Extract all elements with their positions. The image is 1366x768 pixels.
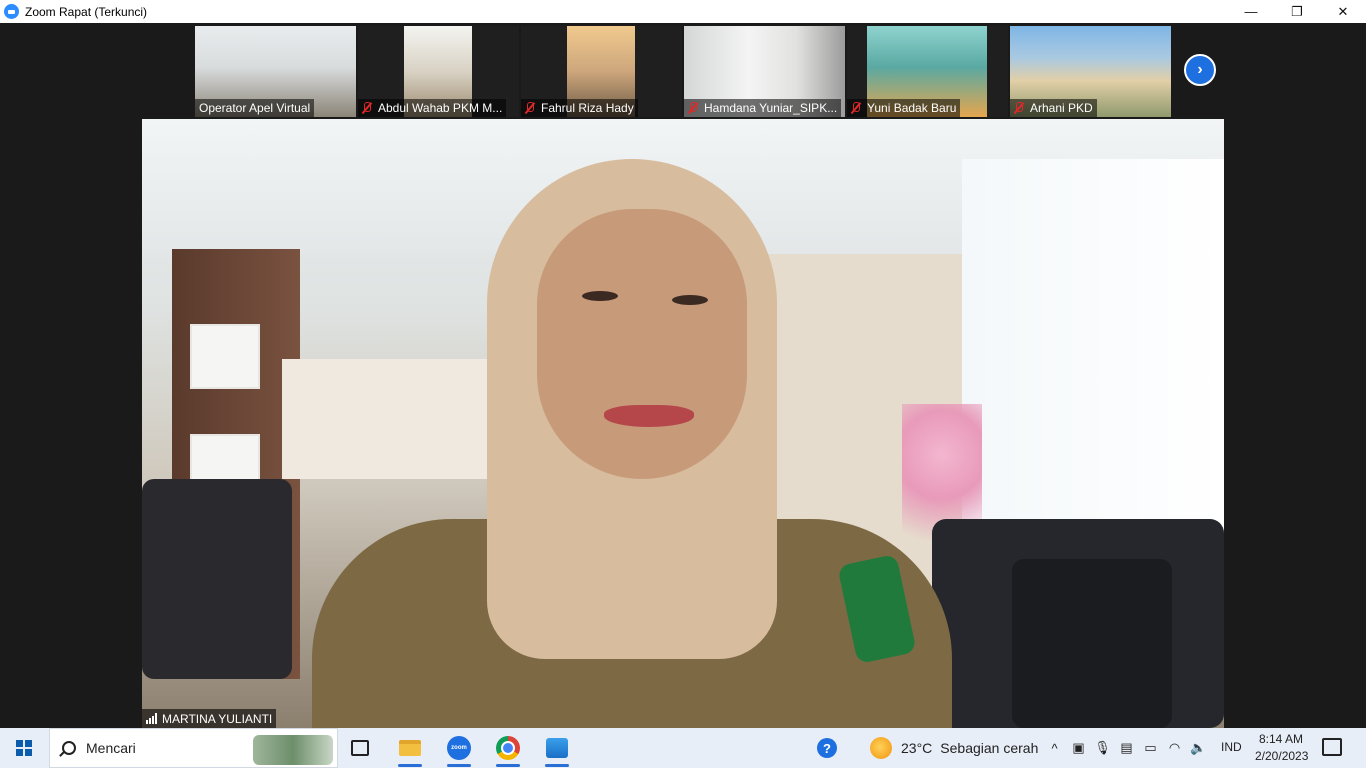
weather-widget[interactable]: 23°C Sebagian cerah — [870, 728, 1038, 768]
zoom-icon: zoom — [447, 736, 471, 760]
participant-name: Abdul Wahab PKM M... — [378, 101, 503, 115]
connection-signal-icon — [146, 713, 157, 724]
muted-mic-icon — [851, 102, 861, 114]
muted-mic-icon — [362, 102, 372, 114]
system-tray: ^ ▣ 🎙 ▤ ▭ ◠ 🔈 — [1046, 728, 1207, 768]
close-button[interactable]: ✕ — [1320, 0, 1366, 23]
wifi-icon[interactable]: ◠ — [1166, 740, 1183, 756]
muted-mic-icon — [688, 102, 698, 114]
clock-time: 8:14 AM — [1258, 732, 1304, 746]
chrome-taskbar-button[interactable] — [488, 728, 528, 768]
speaker-face — [537, 209, 747, 479]
participant-name-label: Yuni Badak Baru — [847, 99, 961, 117]
video-sofa-back — [1012, 559, 1172, 728]
next-page-button[interactable]: › — [1184, 54, 1216, 86]
weather-temperature: 23°C — [901, 740, 933, 756]
task-view-icon — [351, 740, 369, 756]
participant-name-label: Arhani PKD — [1010, 99, 1097, 117]
photos-icon — [546, 738, 568, 758]
start-button[interactable] — [0, 728, 48, 768]
muted-mic-icon — [1014, 102, 1024, 114]
battery-icon[interactable]: ▭ — [1142, 740, 1159, 756]
weather-condition: Sebagian cerah — [940, 740, 1039, 756]
display-icon[interactable]: ▤ — [1118, 740, 1135, 756]
participant-name-label: Fahrul Riza Hady — [521, 99, 638, 117]
help-icon[interactable]: ? — [817, 738, 837, 758]
speaker-mouth — [604, 405, 694, 427]
active-speaker-video[interactable] — [142, 119, 1224, 728]
participant-name: Arhani PKD — [1030, 101, 1093, 115]
participant-name-label: Abdul Wahab PKM M... — [358, 99, 507, 117]
chrome-icon — [496, 736, 520, 760]
clock[interactable]: 8:14 AM 2/20/2023 — [1255, 731, 1309, 765]
participant-tile[interactable]: Hamdana Yuniar_SIPK... — [684, 26, 845, 117]
search-placeholder: Mencari — [86, 740, 136, 756]
task-view-button[interactable] — [340, 728, 380, 768]
clock-date: 2/20/2023 — [1255, 749, 1309, 763]
speaker-eye — [672, 295, 708, 305]
taskbar-search-box[interactable]: Mencari — [49, 728, 338, 768]
participant-tile[interactable]: Arhani PKD — [1010, 26, 1171, 117]
search-icon — [62, 741, 76, 755]
muted-mic-icon — [525, 102, 535, 114]
windows-logo-icon — [16, 740, 32, 756]
chevron-up-icon[interactable]: ^ — [1046, 740, 1063, 756]
zoom-app-icon — [4, 4, 19, 19]
notification-center-icon[interactable] — [1322, 738, 1342, 756]
restore-button[interactable]: ❐ — [1274, 0, 1320, 23]
participant-name-label: Hamdana Yuniar_SIPK... — [684, 99, 842, 117]
language-indicator[interactable]: IND — [1221, 740, 1242, 754]
participant-tile[interactable]: Fahrul Riza Hady — [521, 26, 682, 117]
partly-sunny-icon — [870, 737, 892, 759]
participant-gallery: Operator Apel Virtual Abdul Wahab PKM M.… — [0, 23, 1366, 119]
participant-tile[interactable]: Abdul Wahab PKM M... — [358, 26, 519, 117]
microphone-icon[interactable]: 🎙 — [1094, 740, 1111, 756]
search-highlight-image — [253, 735, 333, 765]
speaker-name-label: MARTINA YULIANTI — [142, 709, 277, 728]
video-chair — [142, 479, 292, 679]
windows-taskbar: Mencari zoom ? 23°C Sebagian cerah ^ ▣ 🎙… — [0, 728, 1366, 768]
minimize-button[interactable]: — — [1228, 0, 1274, 23]
participant-name: Yuni Badak Baru — [867, 101, 957, 115]
title-bar: Zoom Rapat (Terkunci) — ❐ ✕ — [0, 0, 1366, 23]
participant-name-label: Operator Apel Virtual — [195, 99, 315, 117]
participant-tile[interactable]: Operator Apel Virtual — [195, 26, 356, 117]
file-explorer-button[interactable] — [390, 728, 430, 768]
zoom-taskbar-button[interactable]: zoom — [439, 728, 479, 768]
window-title: Zoom Rapat (Terkunci) — [25, 4, 148, 19]
window-controls: — ❐ ✕ — [1228, 0, 1366, 23]
speaker-name: MARTINA YULIANTI — [162, 711, 273, 726]
participant-name: Hamdana Yuniar_SIPK... — [704, 101, 838, 115]
participant-name: Operator Apel Virtual — [199, 101, 311, 115]
speaker-eye — [582, 291, 618, 301]
photos-taskbar-button[interactable] — [537, 728, 577, 768]
video-shelf — [190, 324, 260, 389]
participant-name: Fahrul Riza Hady — [541, 101, 634, 115]
camera-icon[interactable]: ▣ — [1070, 740, 1087, 756]
volume-icon[interactable]: 🔈 — [1190, 740, 1207, 756]
participant-tile[interactable]: Yuni Badak Baru — [847, 26, 1008, 117]
folder-icon — [399, 740, 421, 756]
